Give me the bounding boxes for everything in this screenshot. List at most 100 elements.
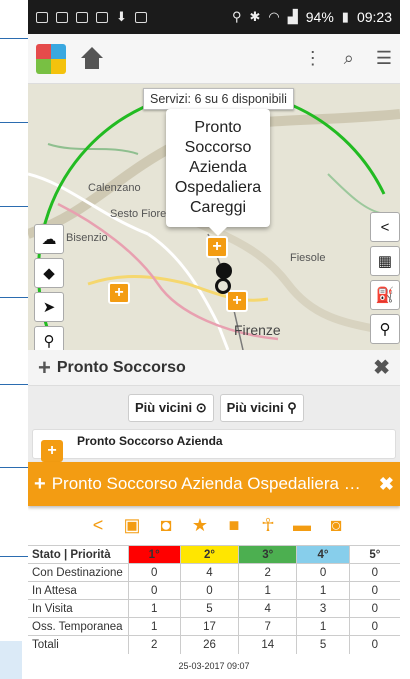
- notification-icon: [56, 11, 68, 23]
- cell: 0: [348, 635, 400, 654]
- app-logo[interactable]: [36, 43, 66, 74]
- results-panel: Più vicini ⊙ Più vicini ⚲ + Pronto Socco…: [28, 386, 400, 462]
- notification-icon: [96, 11, 108, 23]
- table-row: Oss. Temporanea 1 17 7 1 0: [28, 617, 400, 636]
- table-row: In Attesa 0 0 1 1 0: [28, 581, 400, 600]
- notification-icon: [36, 11, 48, 23]
- status-bar: ⬇ ⚲ ✱ ◠ ▟ 94% ▮ 09:23: [28, 0, 400, 34]
- cell: 0: [179, 581, 239, 600]
- comment-icon[interactable]: ■: [224, 515, 244, 536]
- table-row: Con Destinazione 0 4 2 0 0: [28, 563, 400, 582]
- search-icon[interactable]: ⌕: [344, 48, 354, 69]
- notification-icons: ⬇: [36, 9, 147, 25]
- hospital-marker[interactable]: +: [206, 236, 228, 258]
- list-item[interactable]: + Pronto Soccorso Azienda: [32, 429, 396, 462]
- search-pin-icon[interactable]: ⚲: [34, 326, 64, 350]
- hospital-marker[interactable]: +: [226, 290, 248, 312]
- location-icon: ⚲: [231, 9, 242, 24]
- cell: 5: [179, 599, 239, 618]
- location-pin-icon[interactable]: ⬤: [215, 260, 233, 280]
- navigate-icon[interactable]: ➤: [34, 292, 64, 322]
- cell: 17: [179, 617, 239, 636]
- row-label: Oss. Temporanea: [28, 617, 129, 636]
- ticket-icon[interactable]: ◆: [34, 258, 64, 288]
- row-label: In Attesa: [28, 581, 129, 600]
- popup-title: Pronto Soccorso Azienda Ospedaliera Care…: [174, 119, 262, 216]
- fuel-icon[interactable]: ⛽: [370, 280, 400, 310]
- cell: 0: [348, 599, 400, 618]
- nearby-buttons: Più vicini ⊙ Più vicini ⚲: [128, 394, 304, 422]
- row-label: Totali: [28, 635, 129, 654]
- row-label: Con Destinazione: [28, 563, 129, 582]
- cell: 2: [238, 563, 297, 582]
- cell: 0: [348, 581, 400, 600]
- camera-icon[interactable]: ◘: [156, 515, 176, 536]
- map-view[interactable]: Servizi: 6 su 6 disponibili Pronto Socco…: [28, 84, 400, 350]
- map-popup[interactable]: Pronto Soccorso Azienda Ospedaliera Care…: [166, 109, 270, 236]
- list-icon[interactable]: ☰: [376, 48, 392, 69]
- cell: 0: [127, 581, 181, 600]
- header-priority-2: 2°: [179, 545, 239, 564]
- nearby-from-location-button[interactable]: Più vicini ⊙: [128, 394, 214, 422]
- hospital-marker[interactable]: +: [108, 282, 130, 304]
- nearby-label: Più vicini: [226, 400, 284, 415]
- cell: 0: [296, 563, 350, 582]
- weather-icon[interactable]: ☁: [34, 224, 64, 254]
- nearby-from-pin-button[interactable]: Più vicini ⚲: [219, 394, 304, 422]
- table-row: In Visita 1 5 4 3 0: [28, 599, 400, 618]
- last-update-date: 25-03-2017 09:07: [178, 661, 250, 671]
- hospital-icon: +: [41, 440, 63, 462]
- my-location-icon[interactable]: [215, 278, 231, 294]
- clock: 09:23: [356, 9, 392, 25]
- cell: 0: [348, 617, 400, 636]
- services-count: Servizi: 6 su 6 disponibili: [143, 88, 294, 110]
- plus-icon[interactable]: +: [38, 355, 51, 381]
- close-icon[interactable]: ✖: [379, 474, 394, 495]
- share-icon[interactable]: <: [88, 515, 108, 536]
- home-icon[interactable]: [80, 46, 104, 71]
- calendar-icon[interactable]: ▦: [370, 246, 400, 276]
- section-header: + Pronto Soccorso ✖: [28, 350, 400, 386]
- car-icon[interactable]: ▬: [292, 515, 312, 536]
- cell: 3: [296, 599, 350, 618]
- popup-tip: [209, 227, 227, 236]
- table-header-row: Stato | Priorità 1° 2° 3° 4° 5°: [28, 545, 400, 564]
- header-priority-4: 4°: [296, 545, 350, 564]
- list-item-title: Pronto Soccorso Azienda: [77, 434, 223, 448]
- plus-icon[interactable]: +: [34, 473, 46, 496]
- walk-icon[interactable]: ☥: [258, 515, 278, 536]
- more-vert-icon[interactable]: ⋮: [304, 48, 322, 69]
- bus-icon[interactable]: ◙: [326, 515, 346, 536]
- action-row: < ▣ ◘ ★ ■ ☥ ▬ ◙: [88, 515, 346, 536]
- photo-icon[interactable]: ▣: [122, 515, 142, 536]
- notification-icon: [134, 11, 147, 23]
- cell: 4: [179, 563, 239, 582]
- map-label-bisenzio: Bisenzio: [66, 232, 108, 244]
- close-icon[interactable]: ✖: [373, 355, 390, 380]
- phone-screen: ⬇ ⚲ ✱ ◠ ▟ 94% ▮ 09:23 ⋮ ⌕ ☰ Servizi: 6 s…: [28, 0, 400, 679]
- star-icon[interactable]: ★: [190, 515, 210, 536]
- guide-line: [0, 384, 28, 385]
- cell: 1: [127, 617, 181, 636]
- cell: 26: [179, 635, 239, 654]
- battery-percent: 94%: [305, 9, 334, 25]
- side-panel: [0, 641, 22, 679]
- header-priority-1: 1°: [127, 545, 181, 564]
- signal-icon: ▟: [287, 9, 298, 24]
- bike-icon[interactable]: ⚲: [370, 314, 400, 344]
- cell: 2: [127, 635, 181, 654]
- stats-table: Stato | Priorità 1° 2° 3° 4° 5° Con Dest…: [28, 545, 400, 654]
- guide-line: [0, 556, 28, 557]
- cell: 1: [238, 581, 297, 600]
- detail-title: Pronto Soccorso Azienda Ospedaliera Care…: [51, 474, 372, 493]
- share-icon[interactable]: <: [370, 212, 400, 242]
- system-icons: ⚲ ✱ ◠ ▟ 94% ▮ 09:23: [232, 9, 392, 25]
- nearby-label: Più vicini: [135, 400, 193, 415]
- header-priority-5: 5°: [348, 545, 400, 564]
- map-label-sesto: Sesto Fiore: [110, 208, 167, 220]
- guide-line: [0, 122, 28, 123]
- battery-icon: ▮: [341, 9, 349, 24]
- cell: 5: [296, 635, 350, 654]
- map-label-calenzano: Calenzano: [88, 182, 141, 194]
- header-state: Stato | Priorità: [28, 545, 129, 564]
